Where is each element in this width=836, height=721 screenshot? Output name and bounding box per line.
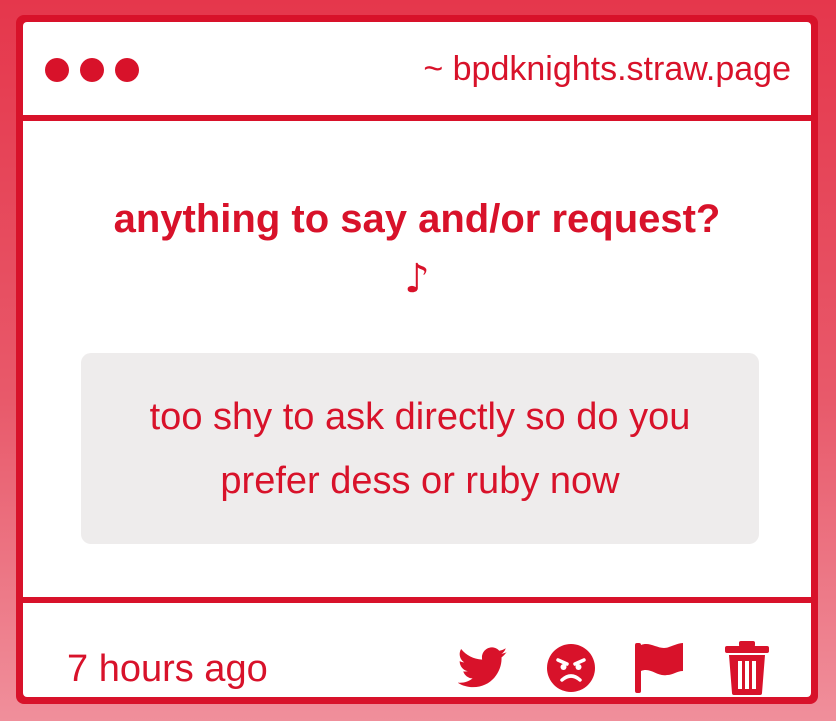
report-button[interactable]: [615, 640, 703, 696]
window-controls: [45, 58, 139, 82]
twitter-share-button[interactable]: [439, 640, 527, 696]
window-dot-3[interactable]: [115, 58, 139, 82]
post-content: anything to say and/or request? ♪ too sh…: [23, 115, 811, 597]
timestamp: 7 hours ago: [67, 648, 268, 690]
flag-icon: [635, 643, 683, 693]
prompt-question: anything to say and/or request?: [113, 197, 721, 241]
twitter-bird-icon: [458, 647, 508, 688]
message-bubble: too shy to ask directly so do you prefer…: [81, 353, 759, 544]
window-dot-2[interactable]: [80, 58, 104, 82]
delete-button[interactable]: [703, 640, 791, 696]
action-bar: [439, 640, 791, 696]
angry-face-icon: [547, 644, 595, 692]
trash-icon: [725, 641, 769, 695]
angry-react-button[interactable]: [527, 640, 615, 696]
window-titlebar: ~ bpdknights.straw.page: [23, 22, 811, 115]
message-text: too shy to ask directly so do you prefer…: [149, 395, 691, 502]
window-dot-1[interactable]: [45, 58, 69, 82]
post-footer: 7 hours ago: [23, 597, 811, 697]
post-card: ~ bpdknights.straw.page anything to say …: [16, 15, 818, 704]
music-note-icon: ♪: [404, 256, 430, 302]
site-url[interactable]: ~ bpdknights.straw.page: [423, 47, 791, 91]
